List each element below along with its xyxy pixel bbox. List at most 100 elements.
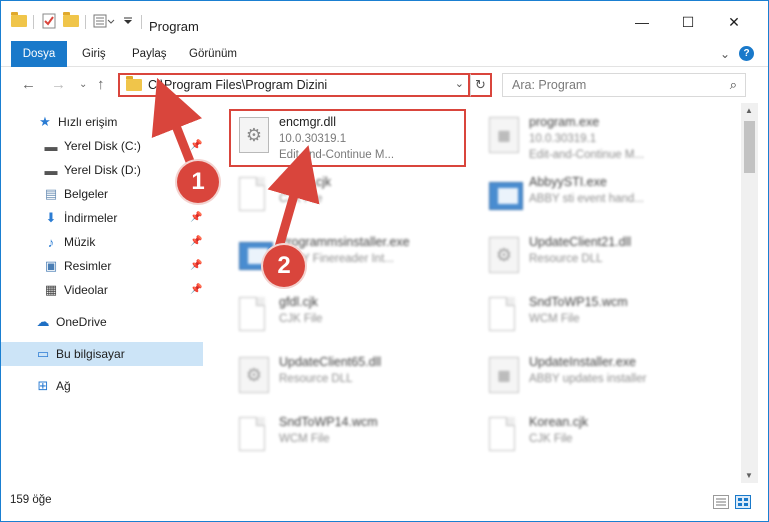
file-name: SndToWP14.wcm (279, 415, 378, 429)
music-icon: ♪ (47, 234, 55, 250)
sidebar-item-downloads[interactable]: ⬇ İndirmeler (1, 206, 203, 230)
file-type: ABBY updates installer (529, 373, 647, 385)
sidebar-item-label: İndirmeler (64, 211, 118, 225)
document-file-icon (239, 297, 271, 335)
sidebar-item-label: Yerel Disk (C:) (64, 139, 141, 153)
sidebar-item-label: Videolar (64, 283, 108, 297)
folder-icon (11, 12, 27, 30)
pin-icon[interactable]: 📌 (190, 212, 202, 223)
sidebar-item-label: Belgeler (64, 187, 109, 201)
file-type: WCM File (279, 433, 330, 445)
document-file-icon (489, 417, 521, 455)
forward-button[interactable]: → (51, 76, 66, 93)
recent-locations-button[interactable]: ⌄ (79, 79, 87, 90)
separator (85, 15, 86, 29)
address-bar[interactable]: C:\Program Files\Program Dizini ⌄ (118, 73, 470, 97)
sidebar-item-quick-access[interactable]: ★ Hızlı erişim (1, 110, 203, 134)
file-version: 10.0.30319.1 (529, 133, 597, 145)
tab-share[interactable]: Paylaş (132, 41, 167, 66)
app-file-icon (489, 177, 523, 215)
search-input[interactable]: Ara: Program ⌕ (502, 73, 746, 97)
pin-icon[interactable]: 📌 (190, 140, 202, 151)
network-icon: ⊞ (37, 378, 49, 393)
file-item[interactable]: ⚙ UpdateClient21.dll Resource DLL (481, 231, 721, 287)
file-name: Korean.cjk (529, 415, 589, 429)
computer-icon: ▭ (36, 346, 50, 361)
search-placeholder: Ara: Program (512, 78, 587, 92)
sidebar-item-disk-c[interactable]: ▬ Yerel Disk (C:) (1, 134, 203, 158)
view-options-icon[interactable] (93, 12, 115, 30)
file-item[interactable]: gfdl.cjk CJK File (231, 291, 471, 347)
drive-icon: ▬ (44, 138, 58, 154)
refresh-button[interactable]: ↻ (470, 73, 492, 97)
document-file-icon (239, 177, 271, 215)
file-item[interactable]: ▦ program.exe 10.0.30319.1 Edit-and-Cont… (481, 111, 721, 167)
scrollbar-thumb[interactable] (744, 121, 755, 173)
file-type: ABBY sti event hand... (529, 193, 644, 205)
large-icons-view-icon[interactable] (735, 495, 751, 509)
sidebar-item-disk-d[interactable]: ▬ Yerel Disk (D:) (1, 158, 203, 182)
file-item[interactable]: SndToWP14.wcm WCM File (231, 411, 471, 467)
sidebar-item-videos[interactable]: ▦ Videolar (1, 278, 203, 302)
help-icon[interactable]: ? (739, 46, 754, 61)
tab-home[interactable]: Giriş (82, 41, 106, 66)
file-description: Edit-and-Continue M... (529, 149, 645, 161)
minimize-button[interactable]: — (620, 9, 664, 35)
file-type: Resource DLL (279, 373, 353, 385)
file-item[interactable]: Korean.cjk CJK File (481, 411, 721, 467)
sidebar-item-pictures[interactable]: ▣ Resimler (1, 254, 203, 278)
maximize-button[interactable]: ☐ (666, 9, 710, 35)
file-item[interactable]: Italian.cjk CJK File (231, 171, 471, 227)
pin-icon[interactable]: 📌 (190, 236, 202, 247)
item-count: 159 öğe (10, 494, 52, 506)
pictures-icon: ▣ (44, 258, 58, 273)
pin-icon[interactable]: 📌 (190, 260, 202, 271)
file-name: program.exe (529, 115, 600, 129)
pin-icon[interactable]: 📌 (190, 284, 202, 295)
customize-quick-access-icon[interactable] (123, 12, 133, 30)
callout-step-2: 2 (263, 245, 305, 287)
back-button[interactable]: ← (21, 76, 36, 93)
dll-file-icon: ⚙ (239, 357, 271, 395)
file-name: UpdateInstaller.exe (529, 355, 637, 369)
document-file-icon (489, 297, 521, 335)
properties-icon[interactable] (41, 12, 57, 30)
search-icon: ⌕ (729, 77, 737, 92)
sidebar-item-documents[interactable]: ▤ Belgeler (1, 182, 203, 206)
document-file-icon (239, 417, 271, 455)
file-item[interactable]: ▦ UpdateInstaller.exe ABBY updates insta… (481, 351, 721, 407)
sidebar-item-label: OneDrive (56, 315, 107, 329)
file-item[interactable]: SndToWP15.wcm WCM File (481, 291, 721, 347)
sidebar-item-onedrive[interactable]: ☁ OneDrive (1, 310, 203, 334)
close-button[interactable]: ✕ (712, 9, 756, 35)
new-folder-icon[interactable] (63, 12, 79, 30)
file-name: UpdateClient65.dll (279, 355, 382, 369)
videos-icon: ▦ (44, 282, 58, 297)
file-name: AbbyySTI.exe (529, 175, 607, 189)
file-item[interactable]: ⚙ UpdateClient65.dll Resource DLL (231, 351, 471, 407)
up-button[interactable]: ↑ (97, 76, 105, 93)
file-name: Programmsinstaller.exe (279, 235, 410, 249)
tab-view[interactable]: Görünüm (189, 41, 237, 66)
dll-file-icon: ⚙ (489, 237, 521, 275)
chevron-down-icon[interactable]: ⌄ (455, 77, 464, 90)
sidebar-item-label: Bu bilgisayar (56, 347, 125, 361)
sidebar-item-music[interactable]: ♪ Müzik (1, 230, 203, 254)
sidebar-item-label: Resimler (64, 259, 112, 273)
file-name: UpdateClient21.dll (529, 235, 632, 249)
callout-step-1: 1 (177, 161, 219, 203)
exe-file-icon: ▦ (489, 117, 521, 155)
file-item[interactable]: AbbyySTI.exe ABBY sti event hand... (481, 171, 721, 227)
sidebar-item-label: Ağ (56, 379, 71, 393)
details-view-icon[interactable] (713, 495, 729, 509)
sidebar-item-network[interactable]: ⊞ Ağ (1, 374, 203, 398)
expand-ribbon-icon[interactable]: ⌄ (717, 46, 733, 62)
documents-icon: ▤ (44, 186, 58, 201)
scroll-down-icon[interactable]: ▼ (745, 471, 753, 480)
drive-icon: ▬ (44, 162, 58, 178)
scroll-up-icon[interactable]: ▲ (745, 106, 753, 115)
sidebar-item-this-pc[interactable]: ▭ Bu bilgisayar (1, 342, 203, 366)
navigation-bar: ← → ⌄ ↑ C:\Program Files\Program Dizini … (1, 67, 768, 103)
vertical-scrollbar[interactable]: ▲ ▼ (741, 103, 758, 483)
window-title: Program (149, 19, 199, 34)
